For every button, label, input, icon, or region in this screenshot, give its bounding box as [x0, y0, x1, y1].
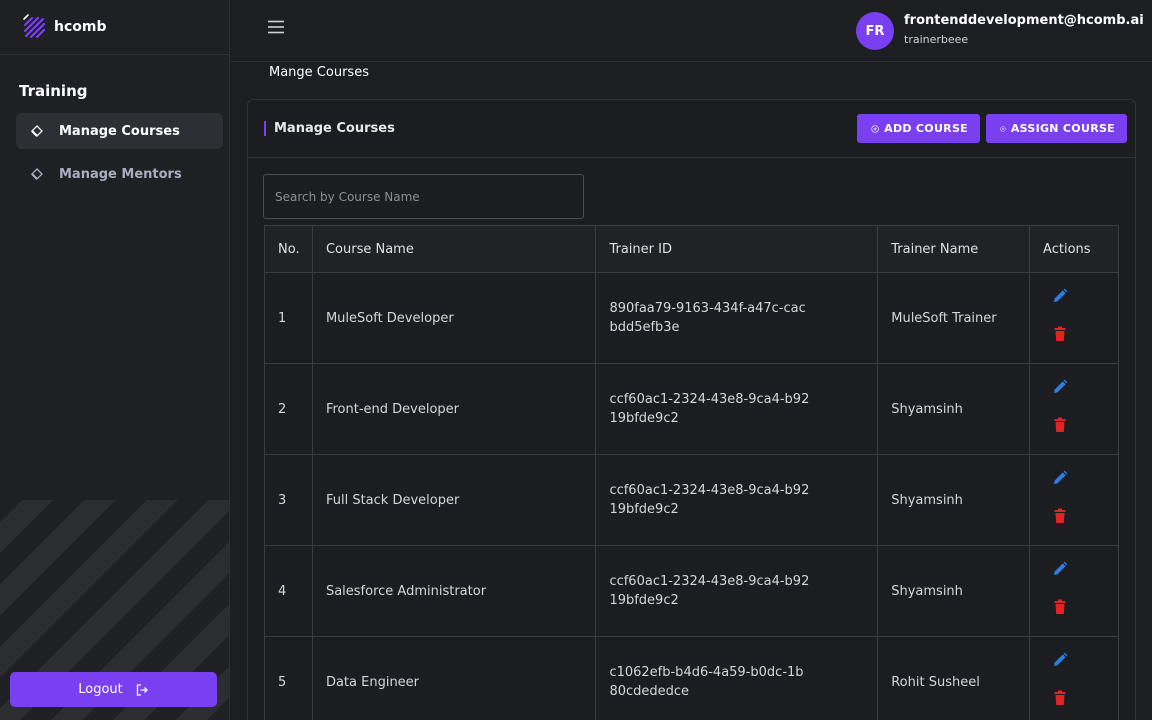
trainer-id-text: c1062efb-b4d6-4a59-b0dc-1b80cdededce	[609, 665, 804, 699]
delete-button[interactable]	[1051, 507, 1069, 531]
assign-course-button[interactable]: ASSIGN COURSE	[986, 114, 1127, 143]
delete-button[interactable]	[1051, 598, 1069, 622]
cell-no: 4	[264, 545, 313, 637]
cell-course-name: Full Stack Developer	[311, 454, 597, 546]
table-header-row: No. Course Name Trainer ID Trainer Name …	[264, 225, 1119, 273]
section-title-training: Training	[19, 82, 88, 100]
cell-actions	[1029, 363, 1119, 455]
trash-icon[interactable]	[1051, 689, 1069, 707]
cell-trainer-id: ccf60ac1-2324-43e8-9ca4-b9219bfde9c2	[595, 545, 879, 637]
delete-button[interactable]	[1051, 416, 1069, 440]
pencil-icon[interactable]	[1051, 560, 1069, 578]
cell-no: 5	[264, 636, 313, 720]
cell-trainer-id: ccf60ac1-2324-43e8-9ca4-b9219bfde9c2	[595, 454, 879, 546]
edit-button[interactable]	[1051, 560, 1069, 584]
header-no: No.	[264, 225, 313, 273]
cell-trainer-id: ccf60ac1-2324-43e8-9ca4-b9219bfde9c2	[595, 363, 879, 455]
actions-group	[1043, 651, 1118, 713]
actions-group	[1043, 560, 1118, 622]
actions-group	[1043, 378, 1118, 440]
sidebar-item-label: Manage Courses	[59, 123, 180, 139]
cell-course-name: Salesforce Administrator	[311, 545, 597, 637]
add-course-label: ADD COURSE	[884, 122, 968, 135]
header-trainer-id: Trainer ID	[595, 225, 879, 273]
trash-icon[interactable]	[1051, 598, 1069, 616]
logout-icon	[136, 683, 148, 696]
logout-label: Logout	[78, 682, 123, 697]
edit-button[interactable]	[1051, 651, 1069, 675]
cell-no: 3	[264, 454, 313, 546]
table-body: 1 MuleSoft Developer 890faa79-9163-434f-a4…	[264, 272, 1119, 720]
brand-name: hcomb	[54, 19, 107, 35]
cell-trainer-name: Rohit Susheel	[877, 636, 1031, 720]
sidebar-item-manage-courses[interactable]: Manage Courses	[16, 113, 223, 149]
card-header: Manage Courses ADD COURSE ASSIGN COURSE	[248, 100, 1135, 158]
header-course-name: Course Name	[311, 225, 597, 273]
diamond-icon	[31, 125, 43, 137]
cell-trainer-name: Shyamsinh	[877, 363, 1031, 455]
table-row: 1 MuleSoft Developer 890faa79-9163-434f-a4…	[264, 272, 1119, 364]
sidebar-item-manage-mentors[interactable]: Manage Mentors	[16, 156, 223, 192]
cell-course-name: Data Engineer	[311, 636, 597, 720]
trainer-id-text: ccf60ac1-2324-43e8-9ca4-b9219bfde9c2	[609, 483, 810, 517]
search-input[interactable]	[263, 174, 584, 219]
plus-circle-icon	[1000, 125, 1006, 132]
cell-trainer-name: MuleSoft Trainer	[877, 272, 1031, 364]
pencil-icon[interactable]	[1051, 651, 1069, 669]
hcomb-logo-icon	[23, 14, 46, 39]
add-course-button[interactable]: ADD COURSE	[857, 114, 980, 143]
table-row: 2 Front-end Developer ccf60ac1-2324-43e8-9…	[264, 363, 1119, 455]
header-trainer-name: Trainer Name	[877, 225, 1031, 273]
card-title: Manage Courses	[264, 121, 395, 136]
cell-course-name: MuleSoft Developer	[311, 272, 597, 364]
cell-actions	[1029, 636, 1119, 720]
actions-group	[1043, 287, 1118, 349]
table-row: 4 Salesforce Administrator ccf60ac1-2324-4…	[264, 545, 1119, 637]
cell-trainer-name: Shyamsinh	[877, 545, 1031, 637]
delete-button[interactable]	[1051, 689, 1069, 713]
trainer-id-text: 890faa79-9163-434f-a47c-cacbdd5efb3e	[609, 301, 806, 335]
plus-circle-icon	[871, 124, 879, 133]
diamond-icon	[31, 168, 43, 180]
trainer-id-text: ccf60ac1-2324-43e8-9ca4-b9219bfde9c2	[609, 392, 810, 426]
cell-actions	[1029, 272, 1119, 364]
avatar[interactable]: FR	[856, 12, 894, 50]
cell-actions	[1029, 545, 1119, 637]
edit-button[interactable]	[1051, 287, 1069, 311]
top-bar: FR frontenddevelopment@hcomb.ai trainerb…	[231, 0, 1152, 62]
pencil-icon[interactable]	[1051, 469, 1069, 487]
courses-card: Manage Courses ADD COURSE ASSIGN COURSE	[247, 99, 1136, 720]
table-row: 5 Data Engineer c1062efb-b4d6-4a59-b0dc-1b…	[264, 636, 1119, 720]
pencil-icon[interactable]	[1051, 287, 1069, 305]
trash-icon[interactable]	[1051, 507, 1069, 525]
courses-table: No. Course Name Trainer ID Trainer Name …	[264, 225, 1119, 720]
cell-trainer-id: c1062efb-b4d6-4a59-b0dc-1b80cdededce	[595, 636, 879, 720]
cell-no: 1	[264, 272, 313, 364]
edit-button[interactable]	[1051, 469, 1069, 493]
cell-no: 2	[264, 363, 313, 455]
breadcrumb: Mange Courses	[269, 65, 369, 80]
hamburger-icon[interactable]	[267, 18, 285, 36]
cell-course-name: Front-end Developer	[311, 363, 597, 455]
logout-button[interactable]: Logout	[10, 672, 217, 707]
cell-actions	[1029, 454, 1119, 546]
table-row: 3 Full Stack Developer ccf60ac1-2324-43e8-…	[264, 454, 1119, 546]
cell-trainer-id: 890faa79-9163-434f-a47c-cacbdd5efb3e	[595, 272, 879, 364]
brand[interactable]: hcomb	[0, 0, 229, 55]
user-email: frontenddevelopment@hcomb.ai	[904, 13, 1144, 28]
actions-group	[1043, 469, 1118, 531]
trainer-id-text: ccf60ac1-2324-43e8-9ca4-b9219bfde9c2	[609, 574, 810, 608]
assign-course-label: ASSIGN COURSE	[1010, 122, 1115, 135]
header-actions: Actions	[1029, 225, 1119, 273]
sidebar-item-label: Manage Mentors	[59, 166, 182, 182]
pencil-icon[interactable]	[1051, 378, 1069, 396]
delete-button[interactable]	[1051, 325, 1069, 349]
user-role: trainerbeee	[904, 33, 969, 46]
trash-icon[interactable]	[1051, 416, 1069, 434]
trash-icon[interactable]	[1051, 325, 1069, 343]
app-root: hcomb Training Manage Courses Manage Men…	[0, 0, 1152, 720]
sidebar: hcomb Training Manage Courses Manage Men…	[0, 0, 230, 720]
cell-trainer-name: Shyamsinh	[877, 454, 1031, 546]
edit-button[interactable]	[1051, 378, 1069, 402]
